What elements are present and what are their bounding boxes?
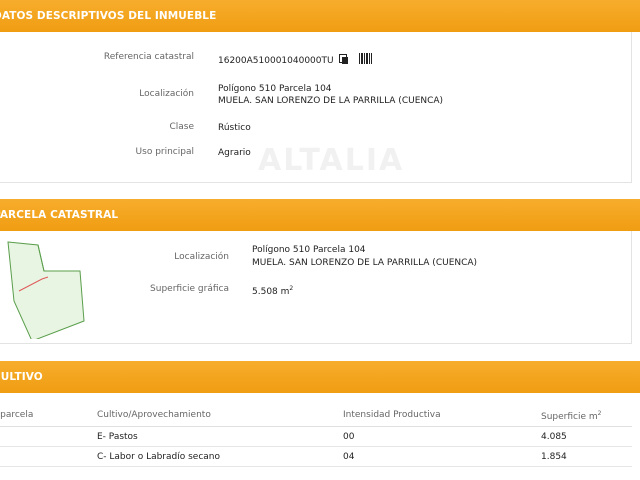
- section-title: DATOS DESCRIPTIVOS DEL INMUEBLE: [0, 10, 217, 22]
- table-row: b C- Labor o Labradío secano 04 1.854: [0, 447, 632, 467]
- parcel-map-thumbnail[interactable]: [0, 239, 90, 339]
- section-title: CULTIVO: [0, 371, 43, 383]
- parcela-localizacion-line1: Polígono 510 Parcela 104: [252, 245, 366, 255]
- localizacion-line2: MUELA. SAN LORENZO DE LA PARRILLA (CUENC…: [218, 96, 444, 106]
- uso-value: Agrario: [218, 148, 251, 158]
- col-subparcela: Subparcela: [0, 410, 34, 420]
- barcode-icon[interactable]: [359, 53, 373, 64]
- col-superficie: Superficie m2: [541, 410, 601, 422]
- section-title: PARCELA CATASTRAL: [0, 209, 119, 221]
- superficie-value: 5.508 m2: [252, 283, 293, 299]
- ref-catastral-value: 16200A510001040000TU: [218, 53, 373, 68]
- col-cultivo: Cultivo/Aprovechamiento: [97, 410, 211, 420]
- section-header-cultivo: CULTIVO: [0, 361, 640, 393]
- localizacion-label: Localización: [139, 89, 194, 99]
- col-intensidad: Intensidad Productiva: [343, 410, 441, 420]
- cell-superficie: 1.854: [541, 452, 567, 462]
- section-header-datos: DATOS DESCRIPTIVOS DEL INMUEBLE: [0, 0, 640, 32]
- col-superficie-label: Superficie m: [541, 412, 598, 422]
- section-header-parcela: PARCELA CATASTRAL: [0, 199, 640, 231]
- ref-catastral-label: Referencia catastral: [103, 52, 194, 62]
- cell-cultivo: E- Pastos: [97, 432, 138, 442]
- panel-datos-descriptivos: ALTALIA Referencia catastral 16200A51000…: [0, 32, 632, 183]
- parcela-localizacion-line2: MUELA. SAN LORENZO DE LA PARRILLA (CUENC…: [252, 258, 478, 268]
- table-row: a E- Pastos 00 4.085: [0, 427, 632, 447]
- cell-cultivo: C- Labor o Labradío secano: [97, 452, 221, 462]
- clase-value: Rústico: [218, 123, 251, 133]
- copy-icon[interactable]: [339, 54, 349, 64]
- cell-superficie: 4.085: [541, 432, 567, 442]
- cell-intensidad: 04: [343, 452, 355, 462]
- superficie-number: 5.508 m: [252, 287, 290, 297]
- clase-label: Clase: [169, 122, 194, 132]
- watermark: ALTALIA: [258, 143, 405, 178]
- superficie-label: Superficie gráfica: [150, 284, 229, 294]
- cultivo-table-header: Subparcela Cultivo/Aprovechamiento Inten…: [0, 405, 632, 427]
- localizacion-line1: Polígono 510 Parcela 104: [218, 84, 332, 94]
- panel-parcela-catastral: Localización Polígono 510 Parcela 104 MU…: [0, 231, 632, 344]
- superficie-exponent: 2: [289, 285, 294, 292]
- ref-catastral-text[interactable]: 16200A510001040000TU: [218, 56, 334, 66]
- uso-label: Uso principal: [135, 147, 194, 157]
- cell-intensidad: 00: [343, 432, 355, 442]
- parcela-localizacion-label: Localización: [174, 252, 229, 262]
- col-superficie-exponent: 2: [597, 410, 602, 417]
